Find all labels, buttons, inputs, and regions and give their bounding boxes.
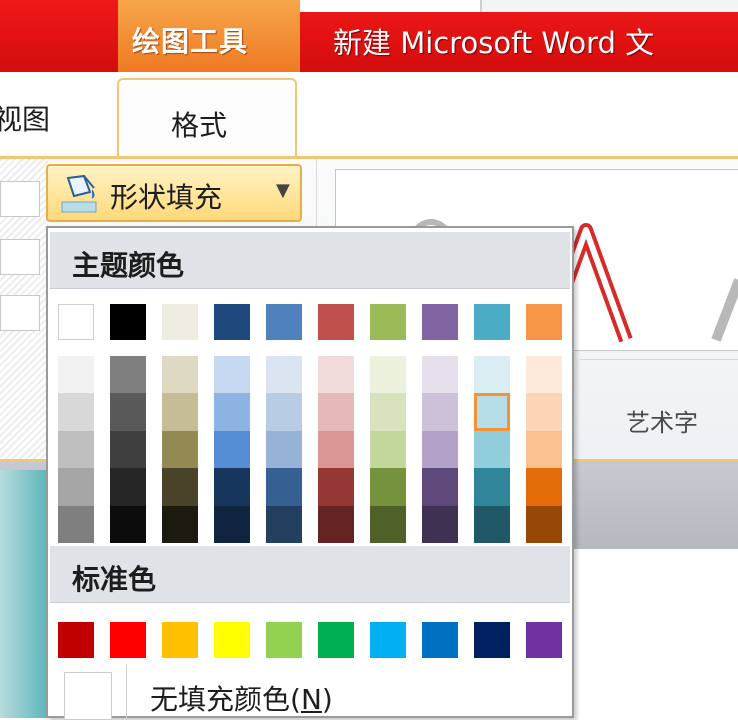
theme-shade-swatch[interactable] (318, 468, 354, 506)
slide-decoration (0, 470, 48, 718)
standard-color-swatch[interactable] (162, 622, 198, 658)
theme-color-swatch[interactable] (110, 304, 146, 340)
theme-shade-swatch[interactable] (58, 430, 94, 469)
theme-shade-swatch[interactable] (370, 393, 406, 431)
theme-shade-swatch[interactable] (266, 505, 302, 543)
theme-shade-swatch[interactable] (422, 468, 458, 506)
theme-shade-swatch[interactable] (318, 356, 354, 394)
theme-shade-swatch[interactable] (526, 468, 562, 506)
standard-color-swatch[interactable] (266, 622, 302, 658)
standard-color-swatch[interactable] (214, 622, 250, 658)
theme-shade-swatch[interactable] (110, 356, 146, 394)
theme-shade-swatch[interactable] (162, 393, 198, 431)
theme-shade-swatch[interactable] (214, 356, 250, 394)
standard-color-swatch[interactable] (370, 622, 406, 658)
theme-color-swatch[interactable] (58, 304, 94, 340)
standard-color-swatch[interactable] (318, 622, 354, 658)
menu-separator (126, 664, 127, 720)
theme-shade-swatch[interactable] (214, 468, 250, 506)
theme-shade-swatch[interactable] (266, 430, 302, 469)
theme-shade-swatch[interactable] (370, 356, 406, 394)
no-fill-icon (64, 672, 112, 720)
theme-color-swatch[interactable] (162, 304, 198, 340)
drawing-tools-label: 绘图工具 (132, 25, 249, 58)
theme-shade-swatch[interactable] (58, 356, 94, 394)
ribbon-tab-row (0, 72, 738, 158)
chevron-down-icon[interactable]: ▼ (276, 180, 290, 201)
no-fill-option[interactable]: 无填充颜色(N) (150, 678, 333, 718)
theme-shade-swatch[interactable] (266, 356, 302, 394)
theme-shade-swatch[interactable] (214, 505, 250, 543)
theme-color-swatch[interactable] (474, 304, 510, 340)
standard-colors-header: 标准色 (50, 546, 570, 603)
theme-shade-swatch[interactable] (110, 468, 146, 506)
paint-bucket-icon (61, 174, 97, 213)
theme-color-swatch[interactable] (526, 304, 562, 340)
standard-color-swatch[interactable] (474, 622, 510, 658)
theme-shade-swatch[interactable] (526, 430, 562, 469)
theme-shade-swatch[interactable] (526, 505, 562, 543)
theme-shade-swatch[interactable] (474, 356, 510, 394)
theme-shade-swatch[interactable] (266, 393, 302, 431)
theme-color-swatch[interactable] (370, 304, 406, 340)
theme-shade-swatch[interactable] (58, 505, 94, 543)
standard-color-swatch[interactable] (110, 622, 146, 658)
theme-shade-swatch[interactable] (422, 430, 458, 469)
theme-shade-swatch[interactable] (318, 393, 354, 431)
theme-color-swatch[interactable] (214, 304, 250, 340)
theme-color-swatch[interactable] (318, 304, 354, 340)
theme-color-swatch[interactable] (422, 304, 458, 340)
theme-shade-swatch[interactable] (474, 505, 510, 543)
theme-color-swatch[interactable] (266, 304, 302, 340)
theme-shade-swatch[interactable] (214, 430, 250, 469)
document-title: 新建 Microsoft Word 文 (333, 26, 655, 60)
theme-shade-swatch[interactable] (370, 505, 406, 543)
theme-shade-swatch[interactable] (422, 393, 458, 431)
theme-shade-swatch[interactable] (526, 356, 562, 394)
theme-shade-swatch[interactable] (162, 430, 198, 469)
tab-format[interactable]: 格式 (117, 78, 297, 160)
theme-shade-swatch[interactable] (474, 430, 510, 469)
title-bar-strip (300, 0, 738, 12)
shape-fill-button[interactable]: 形状填充 ▼ (46, 164, 302, 222)
theme-shade-swatch[interactable] (526, 393, 562, 431)
theme-shade-swatch[interactable] (214, 393, 250, 431)
theme-shade-swatch[interactable] (58, 468, 94, 506)
tab-format-label: 格式 (171, 109, 228, 142)
standard-colors-title: 标准色 (72, 563, 157, 596)
tab-view[interactable]: 视图 (0, 98, 50, 138)
theme-shade-swatch[interactable] (110, 430, 146, 469)
theme-shade-swatch[interactable] (162, 468, 198, 506)
wordart-group-label: 艺术字 (626, 409, 698, 437)
theme-shade-swatch[interactable] (474, 393, 510, 431)
theme-shade-swatch[interactable] (162, 505, 198, 543)
theme-shade-swatch[interactable] (110, 505, 146, 543)
shape-style-control[interactable] (0, 181, 40, 217)
standard-color-swatch[interactable] (422, 622, 458, 658)
standard-color-swatch[interactable] (58, 622, 94, 658)
shape-style-control[interactable] (0, 239, 40, 275)
shape-style-control[interactable] (0, 295, 40, 331)
theme-shade-swatch[interactable] (370, 430, 406, 469)
theme-shade-swatch[interactable] (370, 468, 406, 506)
theme-shade-swatch[interactable] (110, 393, 146, 431)
theme-shade-swatch[interactable] (422, 505, 458, 543)
shape-fill-label: 形状填充 (110, 181, 223, 214)
theme-shade-swatch[interactable] (422, 356, 458, 394)
theme-shade-swatch[interactable] (162, 356, 198, 394)
theme-colors-header: 主题颜色 (50, 232, 570, 289)
theme-shade-swatch[interactable] (318, 505, 354, 543)
theme-shade-swatch[interactable] (266, 468, 302, 506)
shape-fill-dropdown: 主题颜色 标准色 无填充颜色(N) (46, 226, 574, 720)
theme-shade-swatch[interactable] (318, 430, 354, 469)
theme-shade-swatch[interactable] (474, 468, 510, 506)
theme-shade-swatch[interactable] (58, 393, 94, 431)
standard-color-swatch[interactable] (526, 622, 562, 658)
ribbon-group-separator (580, 359, 738, 360)
theme-colors-title: 主题颜色 (72, 249, 185, 282)
